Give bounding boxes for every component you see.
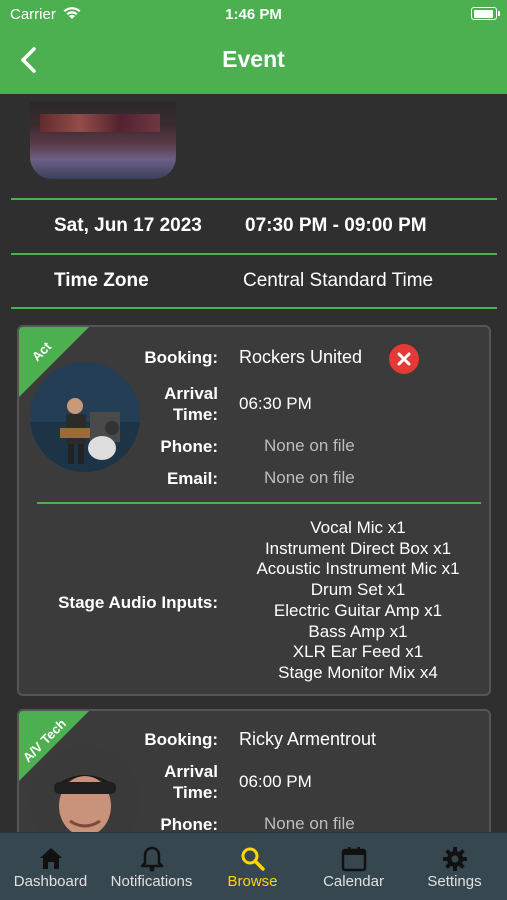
tab-calendar[interactable]: Calendar xyxy=(303,833,404,900)
stage-input-item: Vocal Mic x1 xyxy=(310,518,406,537)
booking-label: Booking: xyxy=(144,730,218,749)
event-date: Sat, Jun 17 2023 xyxy=(54,215,202,236)
remove-booking-button[interactable] xyxy=(389,344,419,374)
battery-icon xyxy=(471,7,500,20)
av-tech-card[interactable]: A/V Tech Booking: Ricky Armentrout Arriv… xyxy=(17,709,491,832)
tab-label: Browse xyxy=(227,873,278,890)
divider xyxy=(11,253,497,255)
booking-label: Booking: xyxy=(144,348,218,367)
booking-name: Ricky Armentrout xyxy=(239,729,377,749)
search-icon xyxy=(241,847,265,871)
arrival-time: 06:00 PM xyxy=(239,772,312,791)
tab-label: Calendar xyxy=(323,873,384,890)
event-venue-photo xyxy=(30,102,176,179)
arrival-label: Arrival Time: xyxy=(123,761,218,803)
home-icon xyxy=(40,848,62,869)
phone-value: None on file xyxy=(264,436,355,455)
close-icon xyxy=(397,352,411,366)
stage-input-item: Bass Amp x1 xyxy=(308,621,408,641)
tab-label: Notifications xyxy=(110,873,193,890)
phone-value: None on file xyxy=(264,814,355,832)
booking-name: Rockers United xyxy=(239,347,363,367)
event-content[interactable]: Sat, Jun 17 2023 07:30 PM - 09:00 PM Tim… xyxy=(0,94,507,832)
stage-input-item: Stage Monitor Mix x4 xyxy=(278,662,438,682)
tab-label: Dashboard xyxy=(13,873,88,890)
stage-audio-list: Vocal Mic x1 Instrument Direct Box x1 Ac… xyxy=(233,518,483,684)
email-value: None on file xyxy=(264,468,355,487)
time-zone-value: Central Standard Time xyxy=(243,270,434,291)
arrival-label: Arrival Time: xyxy=(123,383,218,425)
arrival-label-line1: Arrival xyxy=(164,762,218,781)
divider xyxy=(11,307,497,309)
tab-dashboard[interactable]: Dashboard xyxy=(0,833,101,900)
event-time-range: 07:30 PM - 09:00 PM xyxy=(245,215,427,236)
divider xyxy=(11,198,497,200)
calendar-icon xyxy=(341,847,367,872)
stage-input-item: Instrument Direct Box x1 xyxy=(264,538,452,558)
phone-label: Phone: xyxy=(160,437,218,456)
page-title: Event xyxy=(222,46,285,72)
tab-label: Settings xyxy=(427,873,482,890)
stage-input-item: Drum Set x1 xyxy=(310,580,406,600)
card-divider xyxy=(37,502,481,504)
tab-settings[interactable]: Settings xyxy=(404,833,505,900)
tab-bar: Dashboard Notifications Browse Calendar xyxy=(0,832,507,900)
email-label: Email: xyxy=(166,469,218,488)
tab-browse[interactable]: Browse xyxy=(202,833,303,900)
status-bar: Carrier 1:46 PM xyxy=(0,0,507,30)
arrival-time: 06:30 PM xyxy=(239,394,312,413)
gear-icon xyxy=(443,847,467,871)
act-card[interactable]: Act Booking: Rockers United Arrival Time… xyxy=(17,325,491,696)
arrival-label-line1: Arrival xyxy=(164,384,218,403)
stage-input-item: Electric Guitar Amp x1 xyxy=(273,600,443,620)
time-zone-label: Time Zone xyxy=(54,270,149,291)
stage-input-item: XLR Ear Feed x1 xyxy=(292,642,424,662)
phone-label: Phone: xyxy=(160,815,218,832)
stage-input-item: Acoustic Instrument Mic x1 xyxy=(256,559,460,579)
tab-notifications[interactable]: Notifications xyxy=(101,833,202,900)
arrival-label-line2: Time: xyxy=(172,783,218,802)
app-header: Carrier 1:46 PM Event xyxy=(0,0,507,94)
arrival-label-line2: Time: xyxy=(172,405,218,424)
bell-icon xyxy=(140,846,164,872)
status-time: 1:46 PM xyxy=(225,6,282,23)
stage-audio-label: Stage Audio Inputs: xyxy=(58,593,218,612)
